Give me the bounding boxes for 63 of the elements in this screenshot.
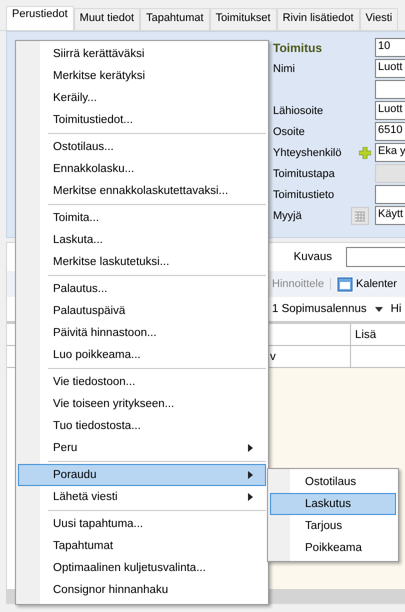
submenu-arrow-icon [248,493,253,501]
column-header[interactable]: Lisä [350,324,405,345]
menu-item[interactable]: Keräily... [18,87,266,109]
input-field[interactable] [375,80,405,99]
menu-item[interactable]: Toimitustiedot... [18,109,266,131]
menu-item[interactable]: Peru [18,437,266,459]
field-label: Lähiosoite [273,104,324,116]
menu-item[interactable]: Vie tiedostoon... [18,371,266,393]
field-label: Osoite [273,126,305,138]
input-field[interactable]: Luott [375,101,405,120]
field-label: Myyjä [273,210,302,222]
menu-item[interactable]: Lähetä viesti [18,486,266,508]
menu-item[interactable]: Tuo tiedostosta... [18,415,266,437]
menu-item[interactable]: Tarjous [270,515,396,537]
table-cell: v [270,350,276,362]
menu-item[interactable]: Merkitse kerätyksi [18,65,266,87]
submenu-arrow-icon [248,471,253,479]
field-label: Toimitustapa [273,168,335,180]
plus-icon[interactable] [359,146,371,158]
toolbar-button[interactable]: Kalenter [336,276,397,292]
menu-item[interactable]: Merkitse laskutetuksi... [18,251,266,273]
dropdown-arrow-icon[interactable] [374,306,383,312]
menu-item[interactable]: Ostotilaus... [18,136,266,158]
input-field[interactable]: Käytt [375,206,405,225]
tab[interactable]: Perustiedot [6,6,74,30]
menu-item[interactable]: Ennakkolasku... [18,158,266,180]
tab[interactable]: Rivin lisätiedot [276,8,360,30]
field-label: Yhteyshenkilö [273,146,342,158]
input-field[interactable]: Luott [375,59,405,78]
calendar-icon [336,276,353,292]
menu-item[interactable]: Poraudu [18,464,266,486]
menu-item[interactable]: Palautus... [18,278,266,300]
menu-item[interactable]: Päivitä hinnastoon... [18,322,266,344]
tab[interactable]: Tapahtumat [140,8,210,30]
tab[interactable]: Toimitukset [210,8,277,30]
field-label: Toimitus [273,40,322,54]
menu-item[interactable]: Poikkeama [270,537,396,559]
menu-item[interactable]: Laskuta... [18,229,266,251]
dropdown[interactable]: 1 Sopimusalennus [272,303,367,315]
menu-item[interactable]: Optimaalinen kuljetusvalinta... [18,557,266,579]
menu-item[interactable]: Ostotilaus [270,471,396,493]
menu-item[interactable]: Siirrä kerättäväksi [18,43,266,65]
input-field[interactable]: 10 [375,38,405,57]
submenu-arrow-icon [248,444,253,452]
field-label: Nimi [273,62,295,74]
input-field[interactable] [375,164,405,183]
input-field[interactable]: 6510 [375,122,405,141]
tab[interactable]: Viesti [360,8,398,30]
input-field[interactable] [346,247,405,267]
field-label: Kuvaus [294,251,332,263]
menu-item[interactable]: Palautuspäivä [18,300,266,322]
tab[interactable]: Muut tiedot [74,8,140,30]
menu-item[interactable]: Laskutus [270,493,396,515]
input-field[interactable] [375,185,405,204]
menu-item[interactable]: Toimita... [18,207,266,229]
menu-item[interactable]: Consignor hinnanhaku [18,579,266,601]
menu-item[interactable]: Tapahtumat [18,535,266,557]
menu-item[interactable]: Luo poikkeama... [18,344,266,366]
menu-item[interactable]: Uusi tapahtuma... [18,513,266,535]
menu-item[interactable]: Merkitse ennakkolaskutettavaksi... [18,180,266,202]
dropdown[interactable]: Hi [390,303,402,315]
menu-item[interactable]: Vie toiseen yritykseen... [18,393,266,415]
field-label: Toimitustieto [273,188,334,200]
